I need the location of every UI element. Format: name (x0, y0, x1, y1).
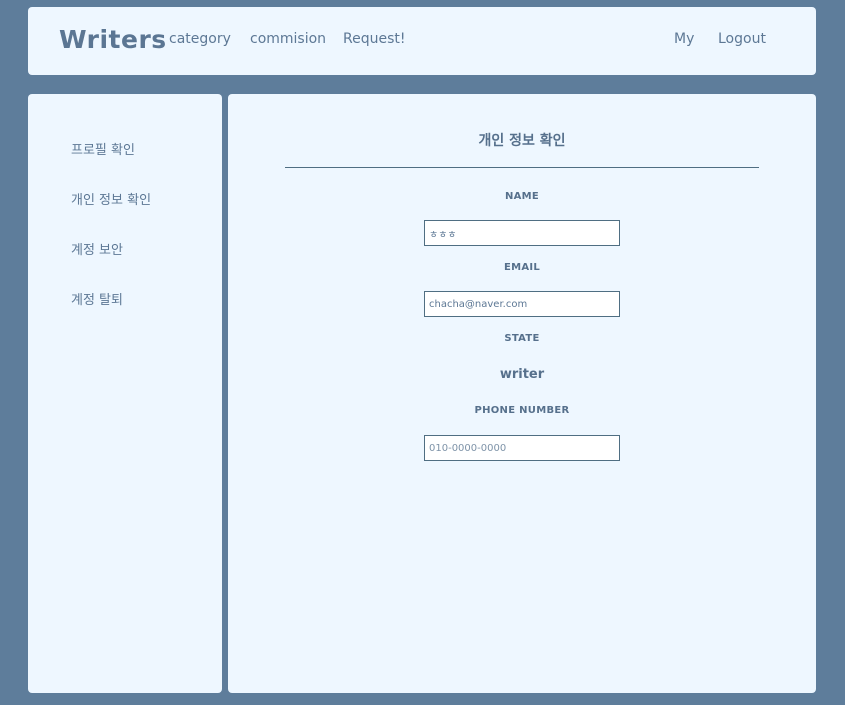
email-label: EMAIL (503, 262, 541, 273)
name-field[interactable] (424, 220, 620, 246)
email-field[interactable] (424, 291, 620, 317)
sidebar-item-account-withdrawal[interactable]: 계정 탈퇴 (71, 289, 123, 308)
sidebar: 프로필 확인 개인 정보 확인 계정 보안 계정 탈퇴 (28, 94, 222, 693)
brand-logo[interactable]: Writers (59, 25, 167, 54)
top-navigation-bar: Writers category commision Request! My L… (28, 7, 816, 75)
phone-number-field[interactable] (424, 435, 620, 461)
state-label: STATE (504, 333, 540, 344)
title-divider (285, 167, 759, 168)
nav-link-category[interactable]: category (169, 31, 231, 47)
nav-link-request[interactable]: Request! (343, 31, 405, 47)
sidebar-item-account-security[interactable]: 계정 보안 (71, 239, 123, 258)
page-title: 개인 정보 확인 (478, 133, 566, 149)
state-value: writer (499, 367, 545, 382)
main-content-panel: 개인 정보 확인 NAME EMAIL STATE writer PHONE N… (228, 94, 816, 693)
nav-link-logout[interactable]: Logout (718, 31, 766, 47)
sidebar-item-profile[interactable]: 프로필 확인 (71, 139, 135, 158)
sidebar-item-personal-info[interactable]: 개인 정보 확인 (71, 189, 151, 208)
phone-number-label: PHONE NUMBER (474, 405, 570, 416)
nav-link-my[interactable]: My (674, 31, 694, 47)
nav-link-commision[interactable]: commision (250, 31, 326, 47)
name-label: NAME (504, 191, 540, 202)
